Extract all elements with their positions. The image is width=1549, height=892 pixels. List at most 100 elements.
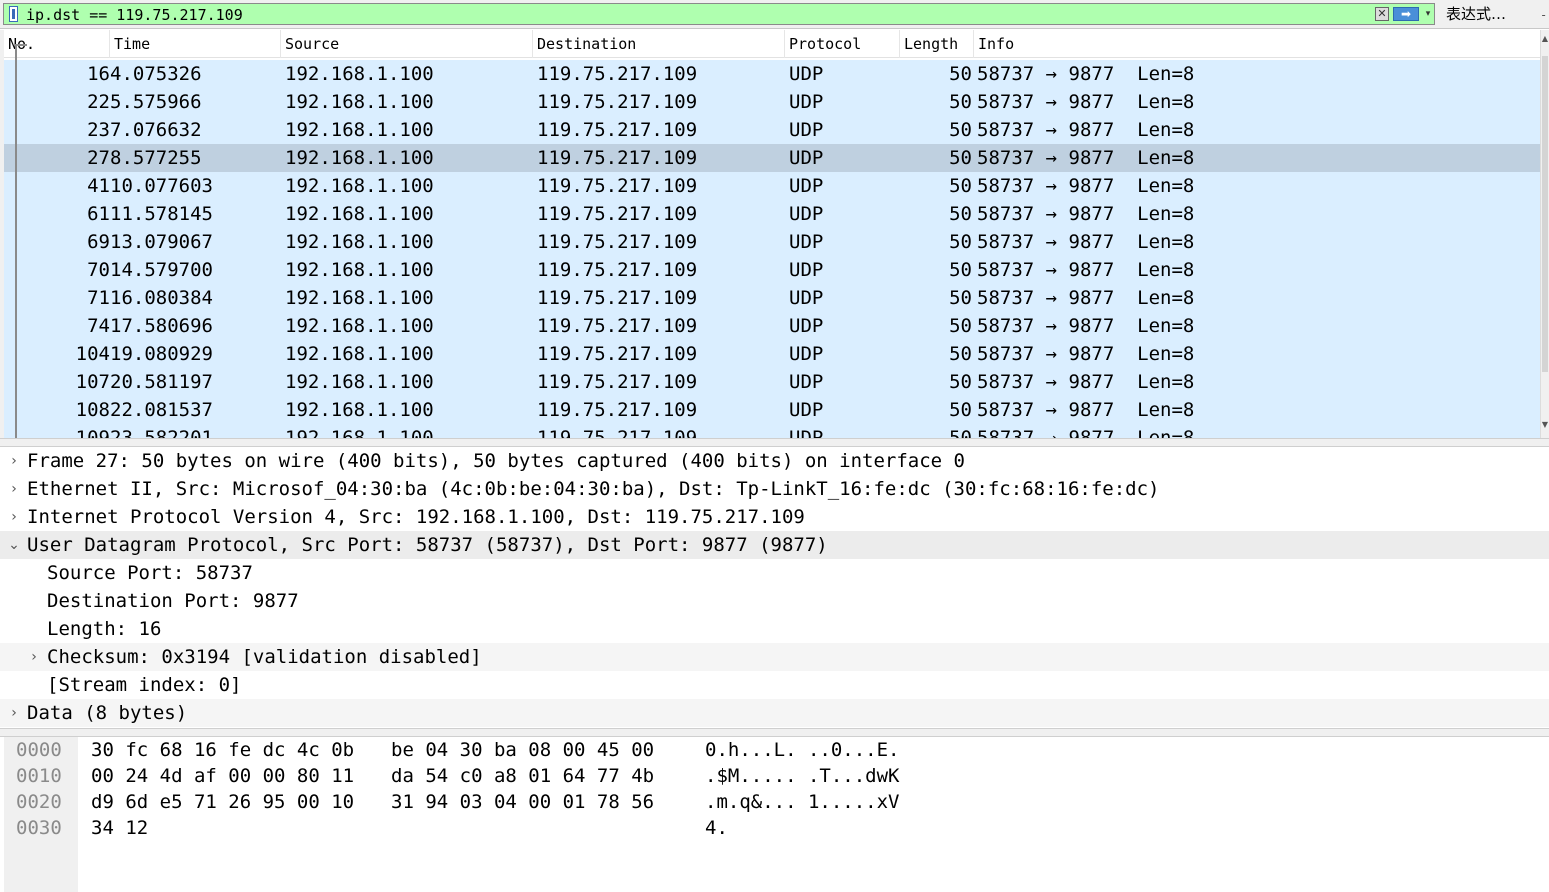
packet-time: 16.080384 [110,287,213,309]
packet-row[interactable]: 108 22.081537 192.168.1.100 119.75.217.109 U… [4,396,1540,424]
packet-time: 4.075326 [110,63,202,85]
clear-filter-icon[interactable]: ✕ [1375,7,1389,21]
packet-info: 58737 → 9877 Len=8 [977,63,1195,85]
detail-tree-item[interactable]: › Checksum: 0x3194 [validation disabled] [0,643,1549,671]
packet-length: 50 [949,427,972,438]
packet-length: 50 [949,231,972,253]
packet-row[interactable]: 27 8.577255 192.168.1.100 119.75.217.109 UDP… [4,144,1540,172]
hex-bytes[interactable]: 31 94 03 04 00 01 78 56 [391,789,654,815]
packet-time: 20.581197 [110,371,213,393]
hex-bytes[interactable]: 00 24 4d af 00 00 80 11 [91,763,354,789]
packet-row[interactable]: 74 17.580696 192.168.1.100 119.75.217.109 UD… [4,312,1540,340]
scrollbar-thumb[interactable] [1542,56,1548,372]
detail-tree-item[interactable]: › Internet Protocol Version 4, Src: 192.1… [0,503,1549,531]
packet-length: 50 [949,63,972,85]
packet-info: 58737 → 9877 Len=8 [977,399,1195,421]
packet-row[interactable]: 69 13.079067 192.168.1.100 119.75.217.109 UD… [4,228,1540,256]
bytes-row: 0000 30 fc 68 16 fe dc 4c 0b be 04 30 ba 0… [0,737,1549,763]
collapsed-chevron-icon[interactable]: › [7,699,21,727]
detail-tree-label: Source Port: 58737 [47,562,253,584]
detail-tree-item[interactable]: ⌄ User Datagram Protocol, Src Port: 58737… [0,531,1549,559]
packet-destination: 119.75.217.109 [537,231,698,253]
detail-tree-label: Length: 16 [47,618,162,640]
packet-destination: 119.75.217.109 [537,427,698,438]
detail-tree-item[interactable]: › Data (8 bytes) [0,699,1549,727]
collapsed-chevron-icon[interactable]: › [7,503,21,531]
scroll-down-icon[interactable]: ▼ [1541,418,1549,432]
hex-bytes[interactable]: be 04 30 ba 08 00 45 00 [391,737,654,763]
packet-protocol: UDP [789,147,824,169]
column-header-length[interactable]: Length [900,30,974,58]
packet-source: 192.168.1.100 [285,231,434,253]
byte-offset: 0020 [16,791,62,813]
packet-length: 50 [949,91,972,113]
detail-tree-item[interactable]: Length: 16 [0,615,1549,643]
packet-protocol: UDP [789,371,824,393]
ascii-bytes[interactable]: .$M..... .T...dwK [705,763,899,789]
packet-time: 5.575966 [110,91,202,113]
ascii-bytes[interactable]: 4. [705,815,728,841]
packet-source: 192.168.1.100 [285,343,434,365]
detail-tree-label: Data (8 bytes) [27,702,188,724]
packet-row[interactable]: 41 10.077603 192.168.1.100 119.75.217.109 UD… [4,172,1540,200]
detail-tree-item[interactable]: › Frame 27: 50 bytes on wire (400 bits), … [0,447,1549,475]
packet-row[interactable]: 109 23.582201 192.168.1.100 119.75.217.109 U… [4,424,1540,438]
column-header-time[interactable]: Time [110,30,281,58]
splitter-list-details[interactable] [0,438,1549,447]
packet-destination: 119.75.217.109 [537,119,698,141]
packet-protocol: UDP [789,175,824,197]
packet-info: 58737 → 9877 Len=8 [977,371,1195,393]
packet-row[interactable]: 104 19.080929 192.168.1.100 119.75.217.109 U… [4,340,1540,368]
packet-bytes-pane: 0000 30 fc 68 16 fe dc 4c 0b be 04 30 ba 0… [0,737,1549,892]
packet-source: 192.168.1.100 [285,91,434,113]
expanded-chevron-icon[interactable]: ⌄ [7,531,21,559]
packet-row[interactable]: 107 20.581197 192.168.1.100 119.75.217.109 U… [4,368,1540,396]
packet-row[interactable]: 23 7.076632 192.168.1.100 119.75.217.109 UDP… [4,116,1540,144]
column-header-protocol[interactable]: Protocol [785,30,900,58]
packet-info: 58737 → 9877 Len=8 [977,343,1195,365]
apply-filter-icon[interactable]: ➡ [1393,7,1419,21]
packet-destination: 119.75.217.109 [537,259,698,281]
filter-text[interactable]: ip.dst == 119.75.217.109 [26,5,243,25]
collapsed-chevron-icon[interactable]: › [27,643,41,671]
ascii-bytes[interactable]: .m.q&... 1.....xV [705,789,899,815]
scroll-up-icon[interactable]: ▲ [1541,32,1549,46]
detail-tree-item[interactable]: Destination Port: 9877 [0,587,1549,615]
conversation-bracket-icon [15,40,27,438]
filter-bookmark-icon[interactable] [9,6,18,22]
column-header-source[interactable]: Source [281,30,533,58]
collapsed-chevron-icon[interactable]: › [7,475,21,503]
packet-row[interactable]: 70 14.579700 192.168.1.100 119.75.217.109 UD… [4,256,1540,284]
packet-list-scrollbar[interactable]: ▲ ▼ [1540,30,1549,438]
toolbar-overflow-icon[interactable]: - [1540,8,1547,22]
detail-tree-item[interactable]: [Stream index: 0] [0,671,1549,699]
detail-tree-item[interactable]: Source Port: 58737 [0,559,1549,587]
hex-bytes[interactable]: da 54 c0 a8 01 64 77 4b [391,763,654,789]
hex-bytes[interactable]: 34 12 [91,815,148,841]
column-header-destination[interactable]: Destination [533,30,785,58]
packet-time: 14.579700 [110,259,213,281]
collapsed-chevron-icon[interactable]: › [7,447,21,475]
packet-length: 50 [949,399,972,421]
packet-source: 192.168.1.100 [285,427,434,438]
packet-protocol: UDP [789,399,824,421]
column-header-info[interactable]: Info [974,30,1540,58]
packet-source: 192.168.1.100 [285,315,434,337]
packet-protocol: UDP [789,343,824,365]
packet-row[interactable]: 22 5.575966 192.168.1.100 119.75.217.109 UDP… [4,88,1540,116]
packet-info: 58737 → 9877 Len=8 [977,147,1195,169]
packet-row[interactable]: 16 4.075326 192.168.1.100 119.75.217.109 UDP… [4,60,1540,88]
ascii-bytes[interactable]: 0.h...L. ..0...E. [705,737,899,763]
detail-tree-label: Destination Port: 9877 [47,590,299,612]
packet-length: 50 [949,175,972,197]
detail-tree-item[interactable]: › Ethernet II, Src: Microsof_04:30:ba (4c… [0,475,1549,503]
hex-bytes[interactable]: 30 fc 68 16 fe dc 4c 0b [91,737,354,763]
filter-history-dropdown-icon[interactable]: ▾ [1422,6,1434,22]
packet-row[interactable]: 61 11.578145 192.168.1.100 119.75.217.109 UD… [4,200,1540,228]
hex-bytes[interactable]: d9 6d e5 71 26 95 00 10 [91,789,354,815]
expression-button[interactable]: 表达式… [1446,2,1506,26]
bytes-row: 0010 00 24 4d af 00 00 80 11 da 54 c0 a8 0… [0,763,1549,789]
display-filter-input[interactable]: ip.dst == 119.75.217.109 ✕ ➡ ▾ [3,3,1435,25]
packet-row[interactable]: 71 16.080384 192.168.1.100 119.75.217.109 UD… [4,284,1540,312]
splitter-details-bytes[interactable] [0,728,1549,737]
